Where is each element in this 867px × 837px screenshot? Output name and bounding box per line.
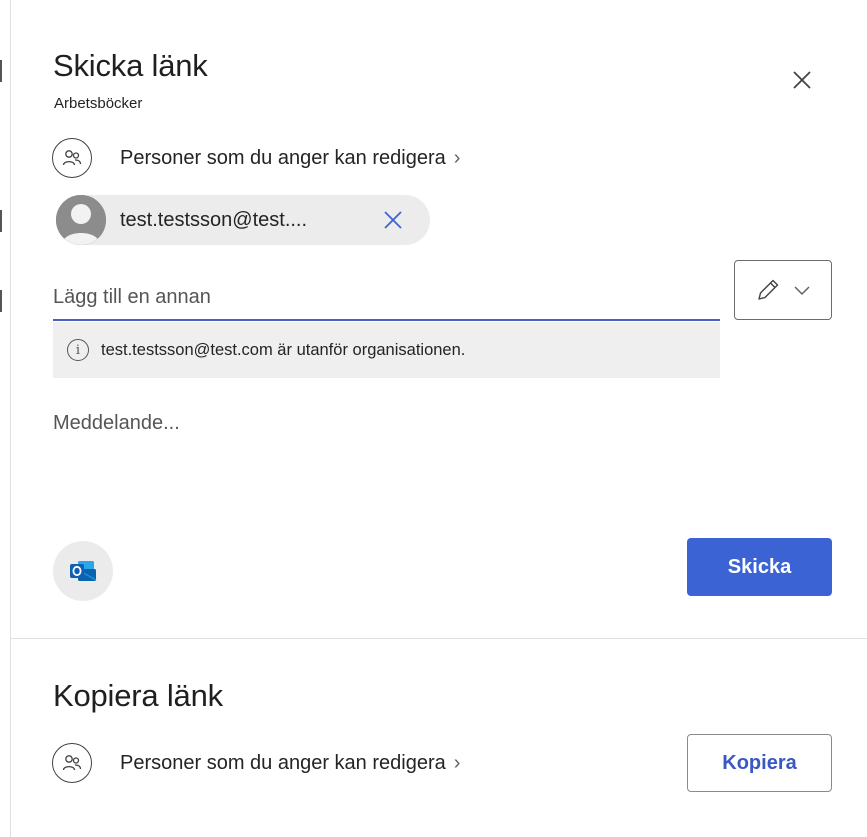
copy-link-title: Kopiera länk xyxy=(53,678,223,713)
outlook-button[interactable] xyxy=(53,541,113,601)
permission-label: Personer som du anger kan redigera xyxy=(120,146,446,169)
recipient-chip[interactable]: test.testsson@test.... xyxy=(56,195,430,245)
people-icon xyxy=(52,743,92,783)
add-recipient-input[interactable] xyxy=(53,275,720,321)
people-icon xyxy=(52,138,92,178)
window-edge-mark xyxy=(0,210,2,232)
close-icon xyxy=(793,71,811,89)
message-field[interactable] xyxy=(53,412,813,502)
close-icon xyxy=(384,211,402,229)
dialog-title: Skicka länk xyxy=(53,48,208,83)
dialog-subtitle: Arbetsböcker xyxy=(54,95,143,112)
warning-text: test.testsson@test.com är utanför organi… xyxy=(101,340,466,359)
permission-dropdown[interactable] xyxy=(734,260,832,320)
send-button[interactable]: Skicka xyxy=(687,538,832,596)
section-divider xyxy=(11,638,867,639)
copy-button[interactable]: Kopiera xyxy=(687,734,832,792)
window-edge-mark xyxy=(0,60,2,82)
external-warning: i test.testsson@test.com är utanför orga… xyxy=(53,322,720,378)
recipient-email: test.testsson@test.... xyxy=(120,208,308,231)
avatar xyxy=(56,195,106,245)
outlook-icon xyxy=(70,561,97,581)
chevron-down-icon xyxy=(794,286,810,296)
info-icon: i xyxy=(67,339,89,361)
person-icon xyxy=(56,195,106,245)
link-settings-button[interactable]: Personer som du anger kan redigera › xyxy=(52,138,460,178)
window-edge-mark xyxy=(0,290,2,312)
permission-label: Personer som du anger kan redigera xyxy=(120,751,446,774)
pencil-icon xyxy=(758,279,779,300)
close-button[interactable] xyxy=(784,62,820,98)
chevron-right-icon: › xyxy=(453,751,461,774)
copy-link-settings-button[interactable]: Personer som du anger kan redigera › xyxy=(52,743,460,783)
chevron-right-icon: › xyxy=(453,146,461,169)
remove-recipient-button[interactable] xyxy=(378,205,408,235)
